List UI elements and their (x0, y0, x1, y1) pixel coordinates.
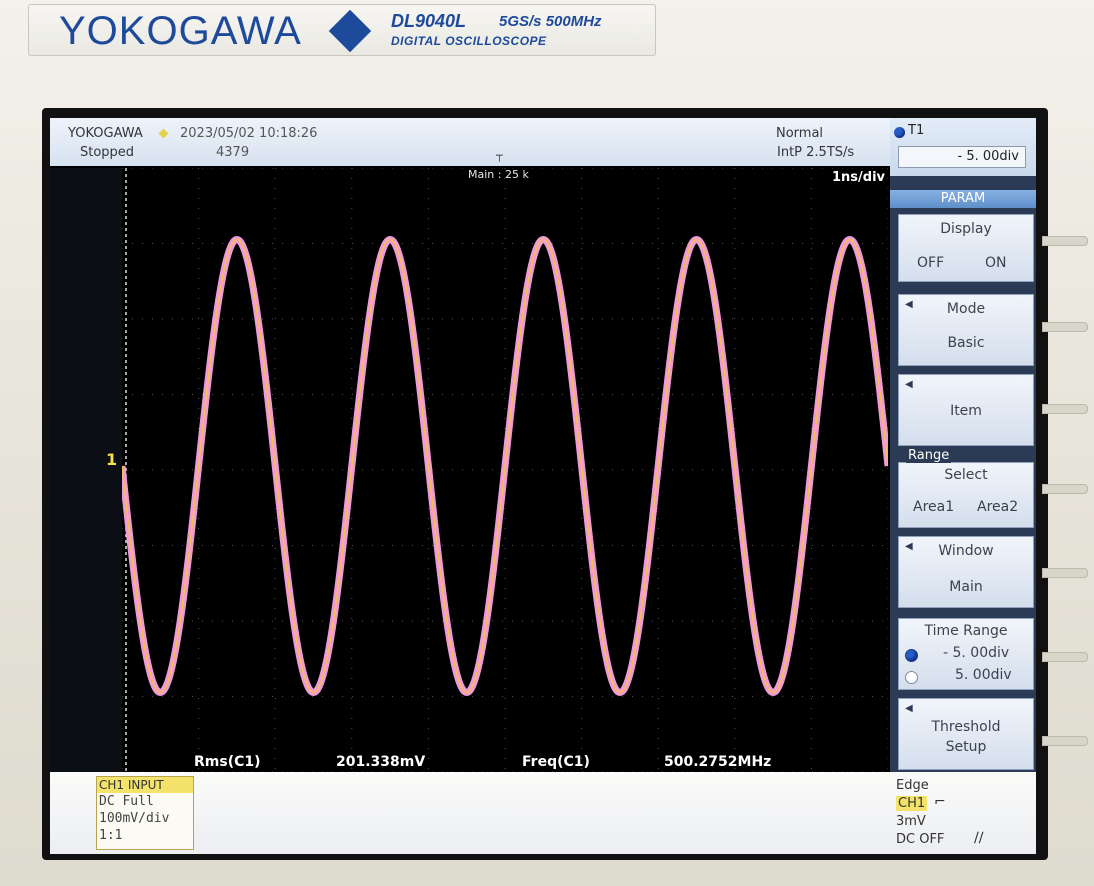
t1-indicator-icon (894, 127, 905, 138)
channel-header: CH1 INPUT (97, 777, 193, 793)
softkey-1[interactable] (1042, 236, 1088, 246)
trigger-source: CH1 (896, 796, 928, 811)
measurement-name-freq: Freq(C1) (522, 754, 590, 770)
select-button[interactable]: Select Area1 Area2 (898, 462, 1034, 528)
waveform-svg (118, 167, 892, 773)
window-value: Main (949, 579, 983, 595)
softkey-5[interactable] (1042, 568, 1088, 578)
rising-edge-icon: ⌐ (934, 794, 946, 810)
softkey-3[interactable] (1042, 404, 1088, 414)
channel-vdiv: 100mV/div (99, 811, 170, 826)
item-label: Item (950, 403, 982, 419)
param-menu: PARAM Display OFF ON ◀ Mode Basic ◀ Item… (890, 176, 1036, 772)
window-label: Window (938, 543, 994, 559)
waveform-plot[interactable] (118, 167, 892, 773)
select-area2-option: Area2 (977, 499, 1019, 515)
window-button[interactable]: ◀ Window Main (898, 536, 1034, 608)
brand-name: YOKOGAWA (59, 9, 302, 53)
display-button[interactable]: Display OFF ON (898, 214, 1034, 282)
t1-label: T1 (908, 123, 925, 138)
display-on-option: ON (985, 255, 1007, 271)
select-label: Select (944, 467, 988, 483)
cursor-t1-panel[interactable]: T1 - 5. 00div (890, 118, 1036, 176)
status-datetime: 2023/05/02 10:18:26 (180, 126, 318, 141)
status-brand: YOKOGAWA (68, 126, 143, 141)
trigger-level: 3mV (896, 814, 926, 829)
acquisition-state: Stopped (80, 145, 135, 160)
brand-plate: YOKOGAWA DL9040L 5GS/s 500MHz DIGITAL OS… (28, 4, 656, 56)
left-strip (50, 168, 122, 772)
waveform-trace-core (121, 238, 889, 694)
bottom-info-bar: CH1 INPUT DC Full 100mV/div 1:1 (50, 772, 890, 854)
status-diamond-icon (158, 128, 169, 139)
softkey-7[interactable] (1042, 736, 1088, 746)
channel-probe: 1:1 (99, 828, 123, 843)
time-range-start-radio-icon[interactable] (905, 649, 918, 662)
select-area1-option: Area1 (913, 499, 955, 515)
ground-level-marker-icon[interactable]: 1 (106, 450, 117, 469)
channel-coupling: DC Full (99, 794, 154, 809)
acquisition-count: 4379 (216, 145, 250, 160)
softkey-4[interactable] (1042, 484, 1088, 494)
model-spec: 5GS/s 500MHz (499, 13, 602, 30)
mode-label: Mode (946, 301, 986, 317)
display-label: Display (940, 221, 992, 237)
time-per-div: 1ns/div (832, 170, 886, 185)
trigger-info-box[interactable]: Edge CH1 ⌐ 3mV DC OFF ∕∕ (890, 772, 1036, 854)
trigger-hf-reject: DC OFF (896, 832, 945, 847)
status-bar: YOKOGAWA 2023/05/02 10:18:26 Stopped 437… (50, 118, 890, 166)
brand-diamond-icon (328, 9, 372, 53)
oscilloscope-screen: YOKOGAWA 2023/05/02 10:18:26 Stopped 437… (50, 118, 1036, 854)
time-range-end: 5. 00div (955, 667, 1012, 683)
softkey-6[interactable] (1042, 652, 1088, 662)
mode-button[interactable]: ◀ Mode Basic (898, 294, 1034, 366)
measurement-name-rms: Rms(C1) (194, 754, 261, 770)
threshold-setup-label: Setup (945, 739, 987, 755)
measurement-value-freq: 500.2752MHz (664, 754, 772, 770)
threshold-label: Threshold (931, 719, 1001, 735)
range-group-tag: Range (906, 448, 952, 463)
noise-filter-icon: ∕∕ (974, 830, 984, 846)
threshold-setup-button[interactable]: ◀ Threshold Setup (898, 698, 1034, 770)
time-range-end-radio-icon[interactable] (905, 671, 918, 684)
main-zoom-label: Main : 25 k (468, 168, 529, 181)
time-range-start: - 5. 00div (943, 645, 1010, 661)
display-off-option: OFF (917, 255, 945, 271)
time-range-button[interactable]: Time Range - 5. 00div 5. 00div (898, 618, 1034, 690)
menu-title: PARAM (890, 190, 1036, 208)
channel1-info-box[interactable]: CH1 INPUT DC Full 100mV/div 1:1 (96, 776, 194, 850)
trigger-mode: Normal (776, 126, 824, 141)
t1-value-field[interactable]: - 5. 00div (898, 146, 1026, 168)
trigger-position-icon: ┬ (496, 149, 503, 162)
softkey-2[interactable] (1042, 322, 1088, 332)
item-button[interactable]: ◀ Item (898, 374, 1034, 446)
measurement-value-rms: 201.338mV (336, 754, 426, 770)
threshold-arrow-icon: ◀ (905, 703, 913, 714)
interpolation-rate: IntP 2.5TS/s (777, 145, 855, 160)
item-arrow-icon: ◀ (905, 379, 913, 390)
model-name: DL9040L (391, 11, 467, 31)
trigger-type: Edge (896, 778, 929, 793)
mode-value: Basic (947, 335, 985, 351)
time-range-label: Time Range (924, 623, 1008, 639)
model-subtitle: DIGITAL OSCILLOSCOPE (391, 34, 547, 48)
